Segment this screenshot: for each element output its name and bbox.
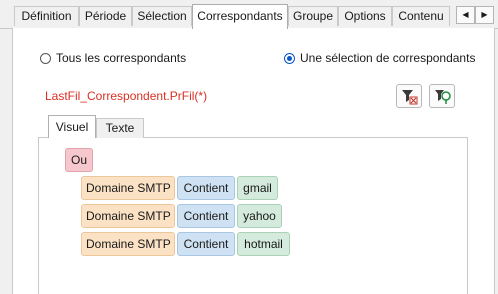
tab-options[interactable]: Options bbox=[338, 6, 392, 26]
field-chip[interactable]: Domaine SMTP bbox=[81, 176, 175, 200]
radio-circle-checked[interactable] bbox=[284, 52, 295, 64]
main-tab-bar: Définition Période Sélection Corresponda… bbox=[0, 0, 498, 29]
filter-edit-icon bbox=[435, 90, 451, 104]
tab-scroll-right-button[interactable]: ▶ bbox=[475, 6, 494, 24]
field-chip[interactable]: Domaine SMTP bbox=[81, 204, 175, 228]
tab-definition[interactable]: Définition bbox=[14, 6, 79, 26]
comparator-chip[interactable]: Contient bbox=[177, 176, 235, 200]
operator-or-chip[interactable]: Ou bbox=[65, 148, 93, 172]
comparator-chip[interactable]: Contient bbox=[177, 204, 235, 228]
clear-filter-button[interactable] bbox=[396, 84, 422, 108]
edit-filter-button[interactable] bbox=[429, 84, 455, 108]
filter-formula-link[interactable]: LastFil_Correspondent.PrFil(*) bbox=[45, 89, 207, 103]
tab-contenu[interactable]: Contenu bbox=[392, 6, 450, 26]
tab-visuel[interactable]: Visuel bbox=[48, 115, 96, 138]
value-chip[interactable]: yahoo bbox=[237, 204, 282, 228]
clear-filter-icon bbox=[402, 90, 418, 105]
tab-selection[interactable]: Sélection bbox=[132, 6, 192, 26]
value-chip[interactable]: hotmail bbox=[237, 232, 290, 256]
field-chip[interactable]: Domaine SMTP bbox=[81, 232, 175, 256]
radio-selection-correspondents[interactable]: Une sélection de correspondants bbox=[284, 50, 475, 66]
tab-correspondants[interactable]: Correspondants bbox=[192, 4, 288, 29]
tab-groupe[interactable]: Groupe bbox=[288, 6, 338, 26]
value-chip[interactable]: gmail bbox=[237, 176, 278, 200]
radio-label-all: Tous les correspondants bbox=[56, 51, 187, 65]
tab-periode[interactable]: Période bbox=[79, 6, 132, 26]
comparator-chip[interactable]: Contient bbox=[177, 232, 235, 256]
tab-scroll-left-button[interactable]: ◀ bbox=[456, 6, 475, 24]
radio-label-selection: Une sélection de correspondants bbox=[300, 51, 476, 65]
radio-all-correspondents[interactable]: Tous les correspondants bbox=[40, 50, 186, 66]
tab-texte[interactable]: Texte bbox=[96, 118, 144, 138]
triangle-right-icon: ▶ bbox=[481, 10, 488, 19]
radio-circle-unchecked[interactable] bbox=[40, 52, 51, 64]
triangle-left-icon: ◀ bbox=[462, 10, 469, 19]
